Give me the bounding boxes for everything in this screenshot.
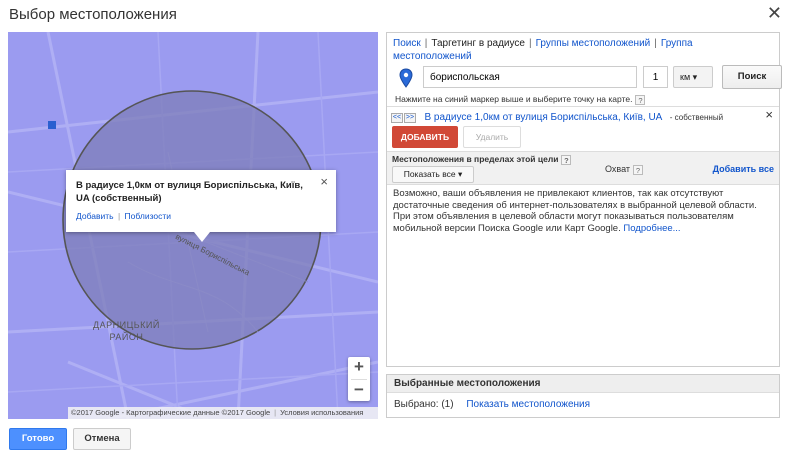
locations-grid-header: Местоположения в пределах этой цели? Пок… xyxy=(387,151,779,185)
next-arrow[interactable]: >> xyxy=(404,112,416,123)
result-note: - собственный xyxy=(669,113,724,123)
cancel-button[interactable]: Отмена xyxy=(73,428,131,450)
tab-radius[interactable]: Таргетинг в радиусе xyxy=(431,38,525,49)
result-close-icon[interactable]: × xyxy=(765,107,773,122)
warning-message: Возможно, ваши объявления не привлекают … xyxy=(393,188,757,234)
add-all-link[interactable]: Добавить все xyxy=(713,164,774,174)
terms-link[interactable]: Условия использования xyxy=(280,408,363,417)
selected-header: Выбранные местоположения xyxy=(387,375,779,393)
search-button[interactable]: Поиск xyxy=(722,65,782,89)
done-button[interactable]: Готово xyxy=(9,428,67,450)
more-link[interactable]: Подробнее... xyxy=(623,223,680,234)
location-search-input[interactable] xyxy=(423,66,637,88)
add-button[interactable]: ДОБАВИТЬ xyxy=(392,126,458,148)
nearby-link[interactable]: Поблизости xyxy=(125,211,171,221)
add-link[interactable]: Добавить xyxy=(76,211,114,221)
info-window: В радиусе 1,0км от вулиця Бориспільська,… xyxy=(66,170,336,242)
hint-text: Нажмите на синий маркер выше и выберите … xyxy=(395,94,646,105)
chevron-down-icon: ▾ xyxy=(458,169,463,179)
help-icon[interactable]: ? xyxy=(633,164,644,175)
selected-body: Выбрано: (1) Показать местоположения xyxy=(387,393,779,416)
blue-marker-icon[interactable] xyxy=(399,68,413,88)
result-row: << >> В радиусе 1,0км от вулиця Бориспіль… xyxy=(391,107,775,124)
targeting-panel: Поиск | Таргетинг в радиусе | Группы местопо… xyxy=(386,32,782,367)
info-window-close-icon[interactable]: × xyxy=(320,174,328,189)
district-label: ДАРНИЦЬКИЙ РАЙОН xyxy=(93,320,160,342)
radius-input[interactable] xyxy=(643,66,668,88)
selected-locations-box: Выбранные местоположения Выбрано: (1) По… xyxy=(386,374,780,418)
dialog-title: Выбор местоположения xyxy=(9,6,177,23)
dialog-close-icon[interactable]: ✕ xyxy=(767,3,782,24)
link-separator: | xyxy=(117,211,121,221)
info-window-links: Добавить | Поблизости xyxy=(76,211,326,221)
show-all-dropdown[interactable]: Показать все ▾ xyxy=(392,166,474,183)
info-window-title: В радиусе 1,0км от вулиця Бориспільська,… xyxy=(76,180,303,204)
result-title-link[interactable]: В радиусе 1,0км от вулиця Бориспільська,… xyxy=(424,112,662,123)
grid-title: Местоположения в пределах этой цели? xyxy=(392,154,572,165)
tab-location-groups[interactable]: Группы местоположений xyxy=(536,38,651,49)
chevron-down-icon: ▾ xyxy=(692,72,698,82)
radius-search-row: км ▾ Поиск xyxy=(393,65,782,90)
map-attribution: ©2017 Google - Картографические данные ©… xyxy=(68,407,378,419)
help-icon[interactable]: ? xyxy=(561,154,572,165)
selected-count: Выбрано: (1) xyxy=(394,399,454,410)
divider xyxy=(387,106,779,107)
help-icon[interactable]: ? xyxy=(635,94,646,105)
unit-dropdown[interactable]: км ▾ xyxy=(673,66,713,88)
delete-button: Удалить xyxy=(463,126,521,148)
zoom-in-button[interactable]: + xyxy=(348,357,370,379)
map[interactable]: вулиця Бориспільська ДАРНИЦЬКИЙ РАЙОН В … xyxy=(8,32,378,419)
zoom-controls: + − xyxy=(348,357,370,401)
reach-column-header: Охват? xyxy=(605,164,644,175)
transit-icon xyxy=(48,121,56,129)
prev-arrow[interactable]: << xyxy=(391,112,403,123)
show-locations-link[interactable]: Показать местоположения xyxy=(466,399,590,410)
tab-search[interactable]: Поиск xyxy=(393,38,421,49)
zoom-out-button[interactable]: − xyxy=(348,380,370,402)
targeting-tabs: Поиск | Таргетинг в радиусе | Группы местопо… xyxy=(393,38,693,62)
map-copyright: ©2017 Google - Картографические данные ©… xyxy=(71,408,271,417)
